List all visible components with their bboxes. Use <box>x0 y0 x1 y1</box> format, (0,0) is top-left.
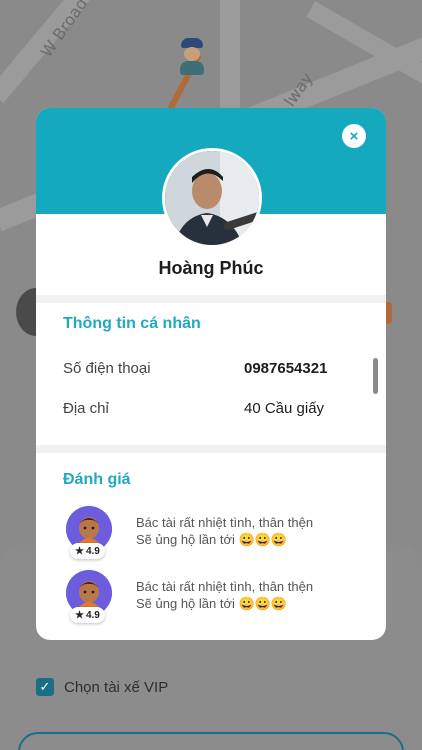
review-line: Bác tài rất nhiệt tình, thân thện <box>136 515 314 530</box>
phone-value: 0987654321 <box>244 360 328 377</box>
driver-avatar <box>162 148 262 248</box>
review-rating-badge: ★ 4.9 <box>70 543 105 559</box>
review-line: Sẽ ủng hộ lần tới 😀😀😀 <box>136 532 288 547</box>
star-icon: ★ <box>75 609 84 621</box>
review-item: ★ 4.9 Bác tài rất nhiệt tình, thân thện … <box>64 570 366 626</box>
divider <box>36 445 386 453</box>
phone-label: Số điện thoại <box>63 360 151 377</box>
review-rating-badge: ★ 4.9 <box>70 607 105 623</box>
review-rating: 4.9 <box>85 545 100 557</box>
vip-checkbox[interactable]: ✓ <box>36 678 54 696</box>
driver-name: Hoàng Phúc <box>158 258 264 278</box>
vip-option[interactable]: ✓ Chọn tài xế VIP <box>36 678 386 696</box>
phone-row: Số điện thoại 0987654321 <box>63 360 346 377</box>
review-item: ★ 4.9 Bác tài rất nhiệt tình, thân thện … <box>64 506 366 562</box>
reviews-title: Đánh giá <box>63 471 131 488</box>
review-text: Bác tài rất nhiệt tình, thân thện Sẽ ủng… <box>136 578 366 612</box>
map-road <box>220 0 240 120</box>
address-value: 40 Cầu giấy <box>244 400 325 417</box>
vip-checkbox-label: Chọn tài xế VIP <box>64 678 169 696</box>
close-icon[interactable]: × <box>342 124 366 148</box>
review-text: Bác tài rất nhiệt tình, thân thện Sẽ ủng… <box>136 514 366 548</box>
personal-info-title: Thông tin cá nhân <box>63 315 201 332</box>
address-label: Địa chỉ <box>63 400 109 417</box>
scrollbar[interactable] <box>373 358 378 394</box>
review-line: Sẽ ủng hộ lần tới 😀😀😀 <box>136 596 288 611</box>
divider <box>36 295 386 303</box>
review-rating: 4.9 <box>85 609 100 621</box>
address-row: Địa chỉ 40 Cầu giấy <box>63 400 346 417</box>
driver-profile-modal: × Hoàng Phúc Thông tin cá nhân Số điện t… <box>36 108 386 640</box>
review-line: Bác tài rất nhiệt tình, thân thện <box>136 579 314 594</box>
confirm-button[interactable] <box>18 732 404 750</box>
driver-location-icon <box>178 38 206 78</box>
driver-photo <box>165 151 259 245</box>
star-icon: ★ <box>75 545 84 557</box>
